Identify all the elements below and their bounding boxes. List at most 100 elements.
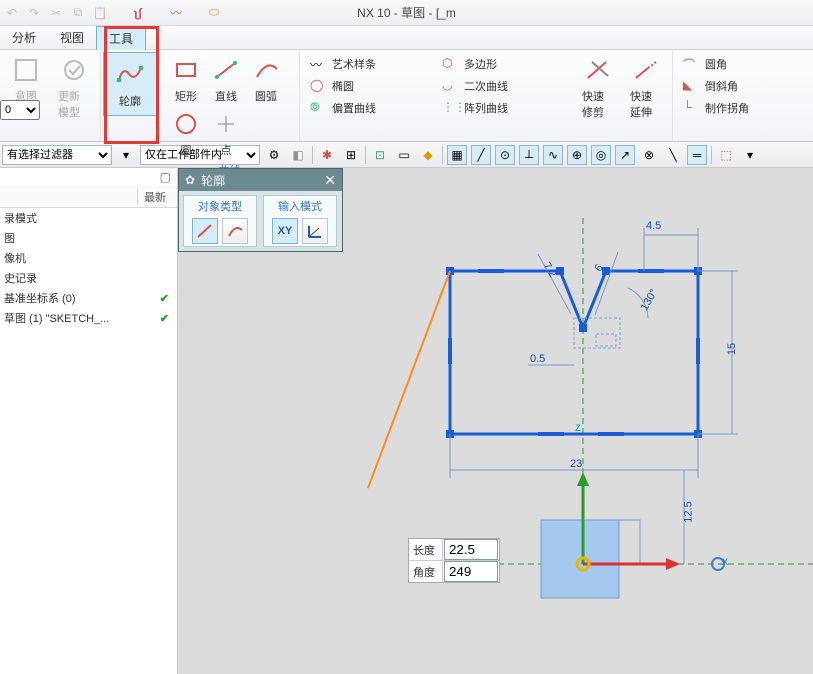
tree-node[interactable]: 像机✔ (0, 248, 177, 268)
sketch-button[interactable]: 意图 (6, 52, 46, 106)
pattern-curve-icon: ⋮⋮ (442, 100, 458, 116)
dim-0-5[interactable]: 0.5 (530, 353, 545, 365)
quick-extend-button[interactable]: 快速延伸 (626, 52, 666, 122)
tree-node-sketch[interactable]: 草图 (1) "SKETCH_...✔ (0, 308, 177, 328)
copy-icon[interactable]: ⧉ (70, 5, 86, 21)
tree-node[interactable]: 史记录✔ (0, 268, 177, 288)
angle-label: 角度 (409, 562, 443, 582)
menu-tools[interactable]: 工具 (96, 26, 146, 50)
polygon-icon: ⬡ (442, 56, 458, 72)
length-input[interactable] (445, 540, 497, 559)
input-mode-xy[interactable]: XY (272, 218, 298, 244)
cut-icon[interactable]: ✂ (48, 5, 64, 21)
point-icon (210, 108, 242, 140)
dim-12-5[interactable]: 12.5 (683, 501, 695, 522)
tree-node-datum[interactable]: 基准坐标系 (0)✔ (0, 288, 177, 308)
gear-icon[interactable]: ✿ (185, 173, 195, 187)
tree-node[interactable]: 录模式✔ (0, 208, 177, 228)
line-button[interactable]: 直线 (206, 52, 246, 106)
part-navigator: ▢ 最新 录模式✔ 图✔ 像机✔ 史记录✔ 基准坐标系 (0)✔ 草图 (1) … (0, 168, 178, 674)
tb-snap-5[interactable]: ∿ (543, 145, 563, 165)
tb-4[interactable]: ⊞ (341, 145, 361, 165)
dim-15[interactable]: 15 (726, 343, 738, 355)
dim-23[interactable]: 23 (570, 458, 582, 470)
chamfer-button[interactable]: ◣倒斜角 (683, 76, 803, 96)
conic-icon: ◡ (442, 78, 458, 94)
menu-view[interactable]: 视图 (48, 26, 96, 49)
fillet-icon: ⌒ (683, 56, 699, 72)
angle-input[interactable] (445, 562, 497, 581)
check-icon: ✔ (160, 312, 169, 325)
length-label: 长度 (409, 540, 443, 560)
sketch-icon (10, 54, 42, 86)
spline-qat-icon[interactable]: 〰 (168, 5, 184, 21)
arc-button[interactable]: 圆弧 (246, 52, 286, 106)
tb-snap-1[interactable]: ▦ (447, 145, 467, 165)
tb-7[interactable]: ◆ (418, 145, 438, 165)
profile-dialog: ✿ 轮廓 ✕ 对象类型 输入模式 XY (178, 168, 343, 252)
profile-qat-icon[interactable]: ʅʃ (130, 5, 146, 21)
offset-curve-button[interactable]: ⦾偏置曲线 (310, 98, 430, 118)
fillet-button[interactable]: ⌒圆角 (683, 54, 803, 74)
dim-4-5[interactable]: 4.5 (646, 220, 661, 232)
close-icon[interactable]: ✕ (324, 172, 336, 189)
col-latest: 最新 (137, 189, 177, 205)
selection-filter[interactable]: 有选择过滤器 (2, 145, 112, 165)
update-model-button[interactable]: 更新模型 (54, 52, 94, 122)
arc-icon (250, 54, 282, 86)
rectangle-button[interactable]: 矩形 (166, 52, 206, 106)
tb-6[interactable]: ▭ (394, 145, 414, 165)
tb-snap-11[interactable]: ═ (687, 145, 707, 165)
quick-trim-button[interactable]: 快速修剪 (578, 52, 618, 122)
profile-button[interactable]: 轮廓 (103, 52, 157, 116)
conic-button[interactable]: ◡二次曲线 (442, 76, 562, 96)
make-corner-button[interactable]: └制作拐角 (683, 98, 803, 118)
polygon-button[interactable]: ⬡多边形 (442, 54, 562, 74)
point-button[interactable]: 点 (206, 106, 246, 160)
dialog-title: 轮廓 (201, 172, 225, 189)
ellipse-icon: ◯ (310, 78, 326, 94)
left-dropdown[interactable]: 0 (0, 100, 40, 120)
pattern-curve-button[interactable]: ⋮⋮阵列曲线 (442, 98, 562, 118)
menu-bar: 分析 视图 工具 (0, 26, 813, 50)
tb-2[interactable]: ◧ (288, 145, 308, 165)
filter-icon-1[interactable]: ▾ (116, 145, 136, 165)
input-mode-relative[interactable] (302, 218, 328, 244)
tb-snap-4[interactable]: ⟂ (519, 145, 539, 165)
object-type-line[interactable] (192, 218, 218, 244)
tb-snap-8[interactable]: ↗ (615, 145, 635, 165)
restore-icon[interactable]: ▢ (160, 170, 171, 184)
tb-3[interactable]: ✱ (317, 145, 337, 165)
tb-snap-10[interactable]: ╲ (663, 145, 683, 165)
object-type-arc[interactable] (222, 218, 248, 244)
check-icon: ✔ (160, 292, 169, 305)
spline-icon: 〰 (310, 56, 326, 72)
help-qat-icon[interactable]: ⬭ (206, 5, 222, 21)
redo-icon[interactable]: ↷ (26, 5, 42, 21)
ribbon: 意图 更新模型 0 轮廓 矩形 (0, 50, 813, 142)
quick-extend-icon (630, 54, 662, 86)
panel-object-type: 对象类型 (198, 198, 242, 214)
menu-analyze[interactable]: 分析 (0, 26, 48, 49)
tb-snap-2[interactable]: ╱ (471, 145, 491, 165)
tb-snap-7[interactable]: ◎ (591, 145, 611, 165)
tb-right-1[interactable]: ⬚ (716, 145, 736, 165)
tb-5[interactable]: ⊡ (370, 145, 390, 165)
window-title: NX 10 - 草图 - [_m (357, 4, 456, 21)
panel-input-mode: 输入模式 (278, 198, 322, 214)
tb-snap-9[interactable]: ⊗ (639, 145, 659, 165)
quick-trim-icon (582, 54, 614, 86)
main-area: ▢ 最新 录模式✔ 图✔ 像机✔ 史记录✔ 基准坐标系 (0)✔ 草图 (1) … (0, 168, 813, 674)
ellipse-button[interactable]: ◯椭圆 (310, 76, 430, 96)
chamfer-icon: ◣ (683, 78, 699, 94)
tb-snap-6[interactable]: ⊕ (567, 145, 587, 165)
offset-curve-icon: ⦾ (310, 100, 326, 116)
spline-button[interactable]: 〰艺术样条 (310, 54, 430, 74)
tb-snap-3[interactable]: ⊙ (495, 145, 515, 165)
circle-button[interactable]: 圆 (166, 106, 206, 160)
tb-right-2[interactable]: ▾ (740, 145, 760, 165)
tree-node[interactable]: 图✔ (0, 228, 177, 248)
undo-icon[interactable]: ↶ (4, 5, 20, 21)
filter-bar: 有选择过滤器 ▾ 仅在工作部件内 ⚙ ◧ ✱ ⊞ ⊡ ▭ ◆ ▦ ╱ ⊙ ⟂ ∿… (0, 142, 813, 168)
paste-icon[interactable]: 📋 (92, 5, 108, 21)
